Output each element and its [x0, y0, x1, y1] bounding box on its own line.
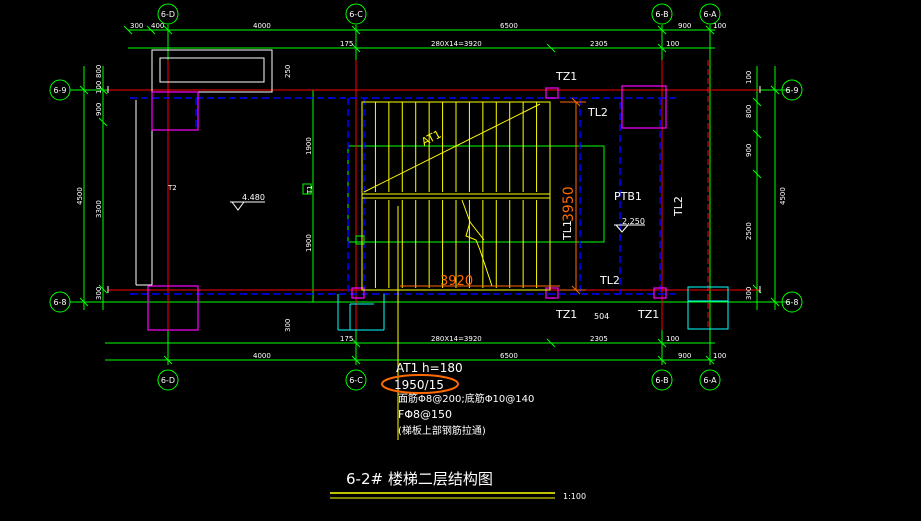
label-at1: AT1 [419, 128, 443, 149]
dim-250: 250 [284, 65, 292, 78]
dim-mid-1900-top: 1900 [305, 137, 313, 155]
structural-drawing: 6-D 6-C 6-B 6-A 6-D 6-C 6-B 6-A 6-9 6-8 6-9 6-8 300… [49, 3, 803, 501]
label-elev-left: 4.480 [242, 193, 265, 202]
dim-right-4500: 4500 [779, 187, 787, 205]
dimension-lines [70, 25, 790, 365]
dim-top2-flight: 280X14=3920 [431, 40, 482, 48]
axis-label-bottom-a: 6-A [703, 376, 717, 385]
axis-label-bottom-b: 6-B [655, 376, 668, 385]
dim-bot2-100: 100 [713, 352, 726, 360]
dim-left-100: 100 [95, 81, 103, 94]
label-flight-length: 3920 [440, 274, 473, 289]
axis-label-top-c: 6-C [349, 10, 363, 19]
axis-label-top-b: 6-B [655, 10, 668, 19]
dim-top2-100: 100 [666, 40, 679, 48]
dim-bot1-2305: 2305 [590, 335, 608, 343]
note-line-1: AT1 h=180 [396, 361, 463, 375]
label-tl1-value: 3950 [561, 186, 577, 222]
dim-top-400: 400 [151, 22, 164, 30]
dim-left-800: 800 [95, 65, 103, 78]
axis-label-right-9: 6-9 [785, 86, 798, 95]
dim-top-300: 300 [130, 22, 143, 30]
note-line-5: (梯板上部钢筋拉通) [398, 424, 486, 437]
dim-bot2-4000: 4000 [253, 352, 271, 360]
dim-mid-1900-bottom: 1900 [305, 234, 313, 252]
dim-right-300: 300 [745, 287, 753, 300]
label-t1: T1 [306, 185, 314, 195]
axis-label-left-9: 6-9 [53, 86, 66, 95]
dim-top-100: 100 [713, 22, 726, 30]
orange-markers [381, 97, 586, 394]
note-line-2: 1950/15 [394, 378, 444, 392]
dim-504: 504 [594, 312, 609, 321]
dim-right-900: 900 [745, 144, 753, 157]
axis-bubbles: 6-D 6-C 6-B 6-A 6-D 6-C 6-B 6-A 6-9 6-8 6-9 6-8 [49, 3, 803, 391]
dim-top-4000: 4000 [253, 22, 271, 30]
drawing-title: 6-2# 楼梯二层结构图 [346, 470, 493, 488]
dim-left-3300: 3300 [95, 200, 103, 218]
dim-bot2-900: 900 [678, 352, 691, 360]
text-labels: 300 400 4000 6500 900 100 175 280X14=392… [76, 22, 787, 501]
label-tz1-bottom-left: TZ1 [555, 308, 577, 321]
dim-left-4500: 4500 [76, 187, 84, 205]
elevation-markers [230, 201, 645, 233]
label-tz1-top: TZ1 [555, 70, 577, 83]
dim-right-2500: 2500 [745, 222, 753, 240]
label-t2: T2 [167, 184, 177, 192]
label-tl2-right: TL2 [672, 196, 685, 217]
dim-bot1-100: 100 [666, 335, 679, 343]
dim-left-900: 900 [95, 103, 103, 116]
dim-top2-175: 175 [340, 40, 353, 48]
label-tl1: TL1 [561, 220, 574, 241]
dim-300-lower: 300 [284, 319, 292, 332]
label-tz1-bottom-right: TZ1 [637, 308, 659, 321]
label-tl2-bottom: TL2 [599, 274, 620, 287]
dashed-beams [130, 97, 680, 295]
axis-label-bottom-d: 6-D [161, 376, 175, 385]
dim-bot2-6500: 6500 [500, 352, 518, 360]
dim-bot1-flight: 280X14=3920 [431, 335, 482, 343]
drawing-scale: 1:100 [563, 492, 586, 501]
dim-bot1-175: 175 [340, 335, 353, 343]
dim-top-900: 900 [678, 22, 691, 30]
stair-note: AT1 h=180 1950/15 面筋Φ8@200;底筋Φ10@140 FΦ8… [394, 361, 534, 437]
axis-label-bottom-c: 6-C [349, 376, 363, 385]
label-ptb1: PTB1 [614, 190, 642, 203]
axis-label-top-d: 6-D [161, 10, 175, 19]
dim-right-100: 100 [745, 71, 753, 84]
treads-upper-flight [374, 102, 538, 192]
label-tl2-top: TL2 [587, 106, 608, 119]
label-elev-ptb1: 2.250 [622, 217, 645, 226]
dim-top2-2305: 2305 [590, 40, 608, 48]
axis-label-top-a: 6-A [703, 10, 717, 19]
dim-right-800: 800 [745, 105, 753, 118]
dim-top-6500: 6500 [500, 22, 518, 30]
axis-label-right-8: 6-8 [785, 298, 798, 307]
axis-label-left-8: 6-8 [53, 298, 66, 307]
note-line-3: 面筋Φ8@200;底筋Φ10@140 [398, 392, 534, 405]
note-line-4: FΦ8@150 [398, 408, 452, 421]
dim-left-300: 300 [95, 287, 103, 300]
